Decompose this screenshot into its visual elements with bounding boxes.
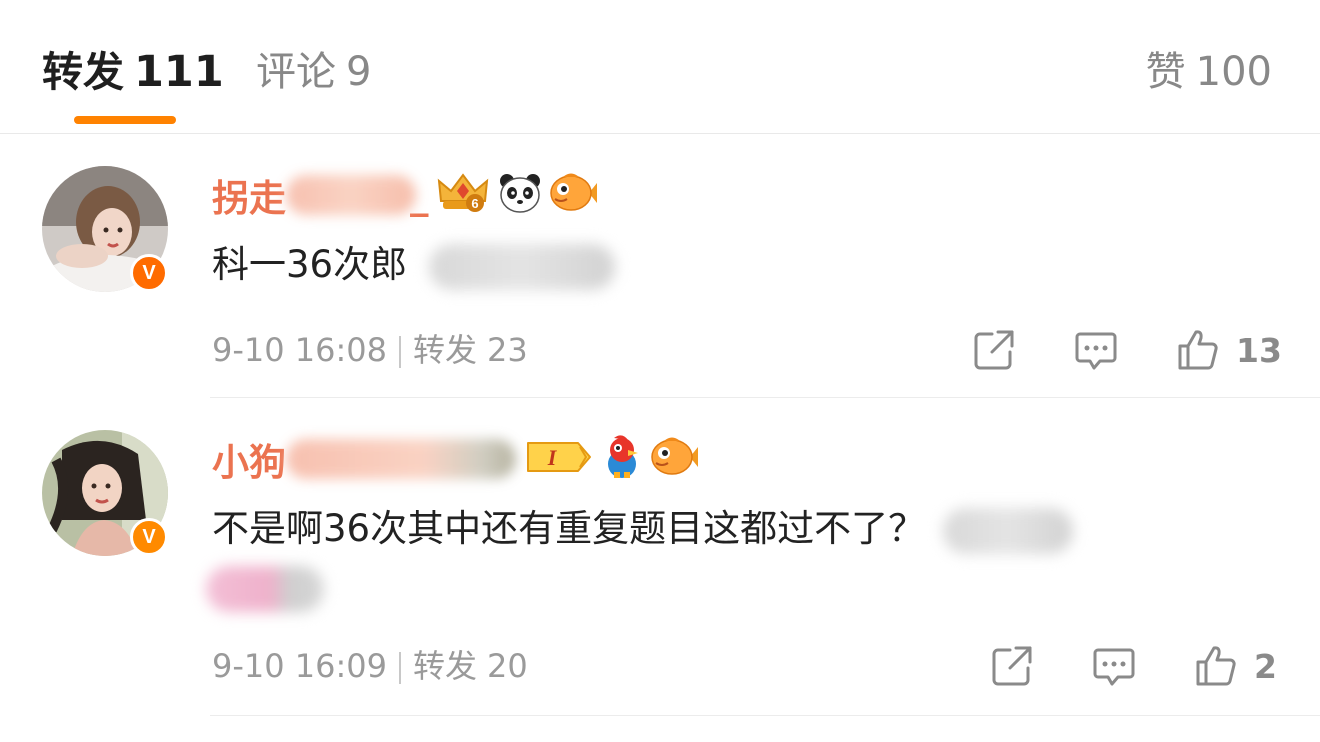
- username[interactable]: 小狗: [212, 432, 286, 486]
- redacted-text: [942, 507, 1073, 554]
- level-badge-icon[interactable]: I: [522, 437, 594, 481]
- redacted-username: [286, 175, 416, 215]
- tab-likes-label: 赞: [1145, 49, 1186, 95]
- fish-icon[interactable]: [650, 435, 698, 483]
- comment-button[interactable]: [1092, 644, 1136, 688]
- action-bar: 2: [0, 644, 1320, 688]
- tab-comments-count: 9: [346, 49, 372, 95]
- share-icon: [992, 646, 1032, 686]
- weibo-post-detail: 转发 111 评论 9 赞 100 V 拐走 _ 6 科一36次郎 9-10 1…: [0, 0, 1320, 742]
- username[interactable]: 拐走: [212, 168, 286, 222]
- repost-item: V 小狗 I 不是啊36次其中还有重复题目这都过不了？ 9-10 16:09 转…: [0, 398, 1320, 716]
- comment-button[interactable]: [1074, 328, 1118, 372]
- comment-icon: [1075, 332, 1117, 370]
- redacted-text: [206, 566, 324, 612]
- active-tab-indicator: [74, 116, 176, 124]
- share-button[interactable]: [972, 328, 1016, 372]
- tab-reposts-label: 转发: [42, 48, 124, 96]
- comment-text-content: 不是啊36次其中还有重复题目这都过不了？: [212, 507, 926, 550]
- crown-level-badge-icon[interactable]: 6: [435, 171, 491, 219]
- verified-badge-icon: V: [130, 518, 168, 556]
- tab-likes[interactable]: 赞 100: [1146, 42, 1272, 102]
- like-count: 13: [1236, 330, 1282, 370]
- action-bar: 13: [0, 328, 1320, 372]
- like-count: 2: [1254, 646, 1277, 686]
- tab-bar: 转发 111 评论 9 赞 100: [0, 0, 1320, 134]
- thumbs-up-icon: [1196, 646, 1236, 686]
- tab-likes-count: 100: [1195, 49, 1272, 95]
- comment-text: 不是啊36次其中还有重复题目这都过不了？: [212, 500, 1073, 558]
- tab-reposts-count: 111: [134, 47, 224, 97]
- share-button[interactable]: [990, 644, 1034, 688]
- verified-badge-icon: V: [130, 254, 168, 292]
- username-row: 拐走 _ 6: [212, 171, 597, 220]
- tab-comments-label: 评论: [256, 49, 336, 95]
- tab-reposts[interactable]: 转发 111: [42, 42, 224, 102]
- tab-comments[interactable]: 评论 9: [256, 42, 371, 102]
- redacted-username: [286, 439, 516, 479]
- fish-icon[interactable]: [549, 171, 597, 219]
- crown-level-number: 6: [471, 196, 478, 211]
- level-badge-number: I: [547, 445, 558, 470]
- bird-mascot-icon[interactable]: [600, 434, 644, 484]
- divider: [210, 715, 1320, 716]
- username-row: 小狗 I: [212, 434, 698, 484]
- comment-icon: [1093, 648, 1135, 686]
- like-button[interactable]: 2: [1194, 644, 1277, 688]
- share-icon: [974, 330, 1014, 370]
- thumbs-up-icon: [1178, 330, 1218, 370]
- like-button[interactable]: 13: [1176, 328, 1282, 372]
- panda-icon[interactable]: [497, 171, 543, 219]
- comment-text: 科一36次郎: [212, 236, 615, 294]
- repost-item: V 拐走 _ 6 科一36次郎 9-10 16:08 转发 23 13: [0, 134, 1320, 398]
- comment-text-content: 科一36次郎: [212, 243, 408, 286]
- redacted-text: [428, 243, 615, 290]
